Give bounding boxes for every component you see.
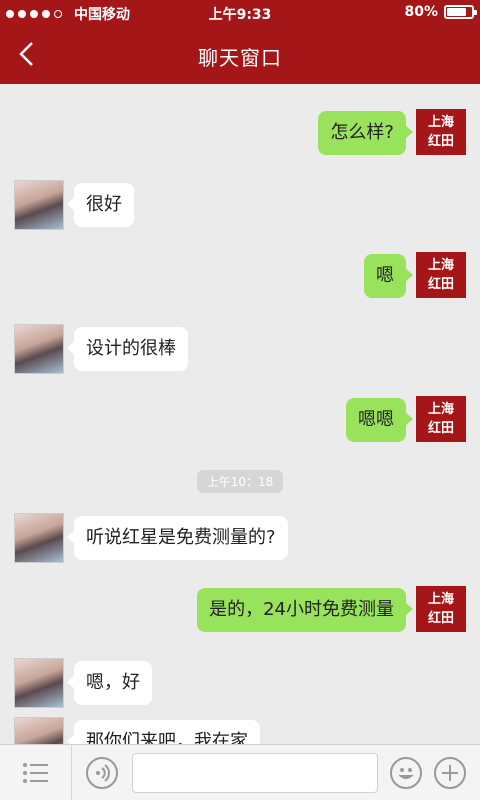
chat-area[interactable]: 怎么样? 上海 红田 很好 嗯 上海 红田 设计的很棒 嗯嗯 上海 红田 上午10：1… (0, 84, 480, 744)
timestamp-label: 上午10：18 (196, 470, 284, 493)
received-message-bubble[interactable]: 设计的很棒 (67, 327, 188, 371)
received-message-bubble[interactable]: 听说红星是免费测量的? (67, 516, 288, 560)
message-input[interactable] (132, 753, 378, 793)
nav-bar: 聊天窗口 (0, 26, 480, 84)
menu-toggle-button[interactable] (0, 745, 72, 800)
user-avatar[interactable] (14, 658, 64, 708)
user-avatar[interactable] (14, 324, 64, 374)
voice-icon (96, 764, 110, 782)
brand-avatar[interactable]: 上海 红田 (416, 252, 466, 298)
sent-message-bubble[interactable]: 是的，24小时免费测量 (197, 588, 413, 632)
emoji-icon (398, 768, 414, 779)
chat-timestamp: 上午10：18 (0, 470, 480, 493)
page-title: 聊天窗口 (198, 46, 282, 70)
user-avatar[interactable] (14, 180, 64, 230)
voice-button[interactable] (86, 757, 118, 789)
brand-avatar[interactable]: 上海 红田 (416, 396, 466, 442)
sent-message-bubble[interactable]: 嗯嗯 (346, 398, 413, 442)
brand-avatar-line1: 上海 (427, 402, 454, 417)
status-bar: 中国移动 上午9:33 80% (0, 0, 480, 26)
received-message-bubble[interactable]: 那你们来吧，我在家 (67, 720, 260, 744)
received-message-bubble[interactable]: 很好 (67, 183, 134, 227)
battery-icon (444, 5, 477, 19)
brand-avatar-line1: 上海 (427, 115, 454, 130)
user-avatar[interactable] (14, 717, 64, 744)
input-bar (0, 744, 480, 800)
brand-avatar[interactable]: 上海 红田 (416, 586, 466, 632)
sent-message-bubble[interactable]: 嗯 (364, 254, 413, 298)
battery-status: 80% (404, 4, 477, 20)
brand-avatar[interactable]: 上海 红田 (416, 109, 466, 155)
sent-message-bubble[interactable]: 怎么样? (318, 111, 413, 155)
brand-avatar-line2: 红田 (427, 277, 454, 292)
user-avatar[interactable] (14, 513, 64, 563)
brand-avatar-line1: 上海 (427, 592, 454, 607)
brand-avatar-line2: 红田 (427, 134, 454, 149)
brand-avatar-line2: 红田 (427, 421, 454, 436)
add-attachment-button[interactable] (434, 757, 466, 789)
menu-list-icon (22, 763, 48, 783)
brand-avatar-line2: 红田 (427, 611, 454, 626)
received-message-bubble[interactable]: 嗯，好 (67, 661, 152, 705)
plus-icon (442, 765, 458, 781)
brand-avatar-line1: 上海 (427, 258, 454, 273)
battery-level (447, 8, 467, 16)
emoji-button[interactable] (390, 757, 422, 789)
battery-percent: 80% (404, 4, 438, 20)
